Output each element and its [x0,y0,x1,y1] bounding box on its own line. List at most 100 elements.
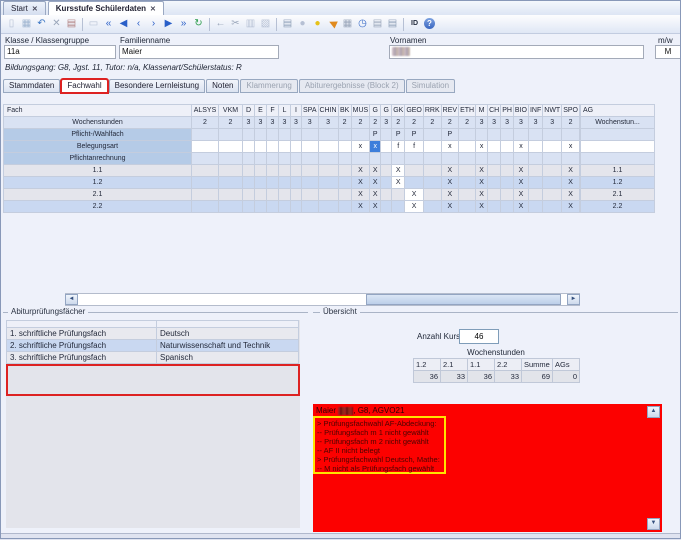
grid-cell[interactable] [318,153,338,165]
back-arrow-icon[interactable]: ← [213,17,228,31]
tab-start[interactable]: Start✕ [3,1,46,15]
grid-cell[interactable] [279,201,291,213]
grid-cell[interactable] [338,177,351,189]
grid-cell[interactable]: 3 [255,117,267,129]
grid-cell[interactable] [543,129,562,141]
abitur-row-value[interactable]: Naturwissenschaft und Technik [157,340,299,352]
grid-cell[interactable] [543,201,562,213]
grid-cell[interactable]: X [351,177,370,189]
scrollbar-thumb[interactable] [366,294,561,305]
grid-cell[interactable] [381,189,392,201]
grid-cell[interactable] [255,129,267,141]
grid-cell[interactable] [243,129,255,141]
grid-cell[interactable] [562,129,580,141]
grid-cell[interactable]: X [441,177,458,189]
grid-cell[interactable]: 2 [192,117,219,129]
grid-cell[interactable] [267,153,279,165]
grid-cell[interactable]: x [441,141,458,153]
grid-cell[interactable] [243,165,255,177]
grid-cell[interactable] [381,129,392,141]
ag-row-cell[interactable]: 2.2 [581,201,655,213]
grid-cell[interactable]: x▾ [370,141,381,153]
grid-cell[interactable] [543,165,562,177]
grid-cell[interactable] [255,153,267,165]
ag-row-cell[interactable]: 2.1 [581,189,655,201]
grid-cell[interactable]: 2 [370,117,381,129]
grid-cell[interactable]: X [476,177,488,189]
grid-cell[interactable]: X [476,165,488,177]
grid-cell[interactable] [291,129,302,141]
grid-cell[interactable] [338,201,351,213]
grid-cell[interactable]: x [562,141,580,153]
previous-record-icon[interactable]: ‹ [131,17,146,31]
grid-cell[interactable] [543,141,562,153]
grid-cell[interactable] [543,153,562,165]
grid-cell[interactable]: 3 [381,117,392,129]
grid-cell[interactable] [338,153,351,165]
folder-icon[interactable]: ▭ [86,17,101,31]
grid-cell[interactable] [476,153,488,165]
grid-cell[interactable] [528,189,542,201]
grid-cell[interactable]: 3 [243,117,255,129]
grid-cell[interactable] [423,153,441,165]
grid-cell[interactable]: X [370,177,381,189]
grid-cell[interactable] [423,189,441,201]
grid-cell[interactable] [192,177,219,189]
grid-cell[interactable] [291,165,302,177]
grid-column-header[interactable]: L [279,105,291,117]
grid-cell[interactable]: x [513,141,528,153]
grid-cell[interactable] [318,201,338,213]
grid-cell[interactable] [192,141,219,153]
cut-icon[interactable]: ✂ [228,17,243,31]
grid-cell[interactable] [192,129,219,141]
grid-cell[interactable]: 3 [318,117,338,129]
grid-cell[interactable] [219,129,243,141]
grid-cell[interactable]: 2 [423,117,441,129]
grid-cell[interactable] [488,189,501,201]
grid-cell[interactable] [528,153,542,165]
grid-cell[interactable] [291,141,302,153]
grid-cell[interactable]: 3 [476,117,488,129]
grid-cell[interactable]: X [392,177,405,189]
ag-row-cell[interactable]: Wochenstun... [581,117,655,129]
grid-cell[interactable]: x [476,141,488,153]
clock-icon[interactable]: ◷ [355,17,370,31]
new-document-icon[interactable]: ▯ [4,17,19,31]
grid-cell[interactable] [279,189,291,201]
grid-cell[interactable] [423,201,441,213]
grid-cell[interactable] [392,153,405,165]
grid-cell[interactable]: P [392,129,405,141]
grid-cell[interactable] [459,201,476,213]
grid-cell[interactable] [488,177,501,189]
grid-cell[interactable] [459,189,476,201]
print-icon[interactable]: ▤ [280,17,295,31]
scroll-up-icon[interactable]: ▲ [647,406,660,418]
id-badge-icon[interactable]: ID [407,17,422,31]
grid-column-header[interactable]: G [370,105,381,117]
grid-cell[interactable] [318,177,338,189]
grid-cell[interactable] [291,189,302,201]
ag-row-cell[interactable]: 1.1 [581,165,655,177]
grid-cell[interactable] [405,177,424,189]
grid-cell[interactable]: X [513,201,528,213]
grid-cell[interactable] [279,177,291,189]
grid-cell[interactable]: X [405,201,424,213]
grid-cell[interactable] [562,153,580,165]
print-report-icon[interactable]: ▤ [385,17,400,31]
grid-cell[interactable] [219,201,243,213]
grid-cell[interactable] [488,201,501,213]
grid-cell[interactable] [243,153,255,165]
grid-cell[interactable] [501,177,514,189]
grid-cell[interactable]: 2 [405,117,424,129]
grid-cell[interactable] [291,177,302,189]
grid-cell[interactable]: X [351,201,370,213]
grid-cell[interactable] [302,201,319,213]
tab-fachwahl[interactable]: Fachwahl [61,79,107,93]
grid-cell[interactable]: X [441,165,458,177]
grid-column-header[interactable]: G [381,105,392,117]
tab-stammdaten[interactable]: Stammdaten [3,79,60,93]
grid-cell[interactable] [351,153,370,165]
grid-cell[interactable]: 2 [338,117,351,129]
help-icon[interactable]: ? [422,17,437,31]
grid-cell[interactable] [543,189,562,201]
